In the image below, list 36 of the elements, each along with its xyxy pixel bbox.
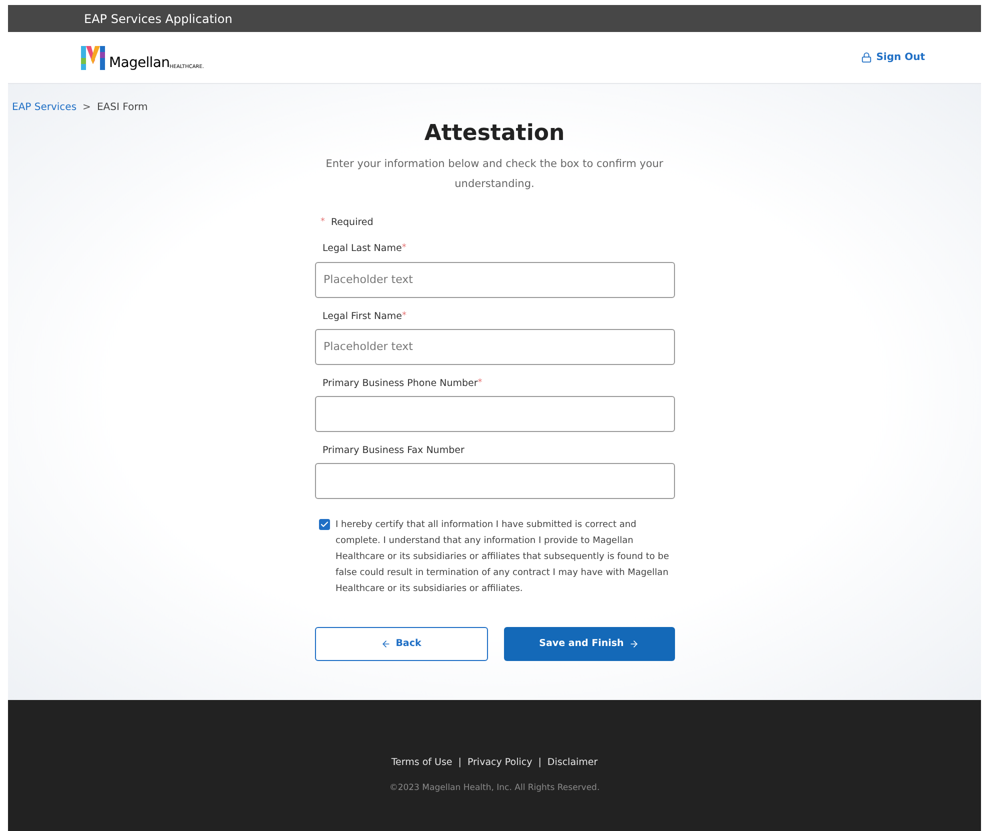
logo-name: Magellan — [109, 56, 170, 70]
field-label: Legal First Name — [322, 310, 402, 324]
footer-link[interactable]: Privacy Policy — [467, 756, 532, 770]
footer-link[interactable]: Terms of Use — [391, 756, 452, 770]
attestation-text: I hereby certify that all information I have submitted is correct and complete. I understand that any information I provide to Magellan Healthcare or its subsidiaries or affiliates that subsequently is found to be false could result in termination of any contract I may have with Magellan Healthcare or its subsidiaries or affiliates. — [336, 519, 670, 596]
sign-out-link[interactable]: Sign Out — [861, 50, 925, 65]
footer-separator: | — [458, 756, 462, 770]
footer-link[interactable]: Disclaimer — [547, 756, 598, 770]
text-field[interactable]: Placeholder text — [314, 262, 674, 298]
arrow-right-icon — [628, 639, 639, 650]
copyright-text: ©2023 Magellan Health, Inc. All Rights Reserved. — [389, 782, 600, 795]
check-icon — [320, 520, 328, 530]
required-asterisk: * — [478, 376, 482, 390]
breadcrumb-current: EASI Form — [96, 101, 148, 115]
required-asterisk: * — [402, 242, 406, 256]
app-title: EAP Services Application — [84, 10, 232, 28]
text-field[interactable] — [314, 396, 674, 432]
breadcrumb-separator: > — [82, 101, 91, 115]
field-label: Primary Business Phone Number — [322, 376, 478, 391]
arrow-left-icon — [380, 639, 391, 650]
required-asterisk: * — [402, 310, 407, 322]
back-button[interactable]: Back — [314, 627, 488, 662]
required-note: Required — [331, 216, 374, 230]
breadcrumb-link[interactable]: EAP Services — [12, 100, 77, 115]
footer-separator: | — [538, 756, 542, 770]
lock-icon — [861, 52, 872, 63]
required-asterisk: * — [320, 216, 325, 230]
text-field[interactable]: Placeholder text — [314, 328, 674, 365]
attestation-checkbox[interactable] — [318, 519, 330, 530]
text-field[interactable] — [314, 463, 674, 500]
field-label: Primary Business Fax Number — [322, 444, 464, 458]
page-title: Attestation — [423, 120, 566, 148]
field-label: Legal Last Name — [322, 242, 402, 256]
logo-mark-icon — [81, 46, 105, 70]
page-subtitle: Enter your information below and check the box to confirm your understanding. — [324, 157, 664, 192]
save-and-finish-button[interactable]: Save and Finish — [504, 627, 674, 662]
